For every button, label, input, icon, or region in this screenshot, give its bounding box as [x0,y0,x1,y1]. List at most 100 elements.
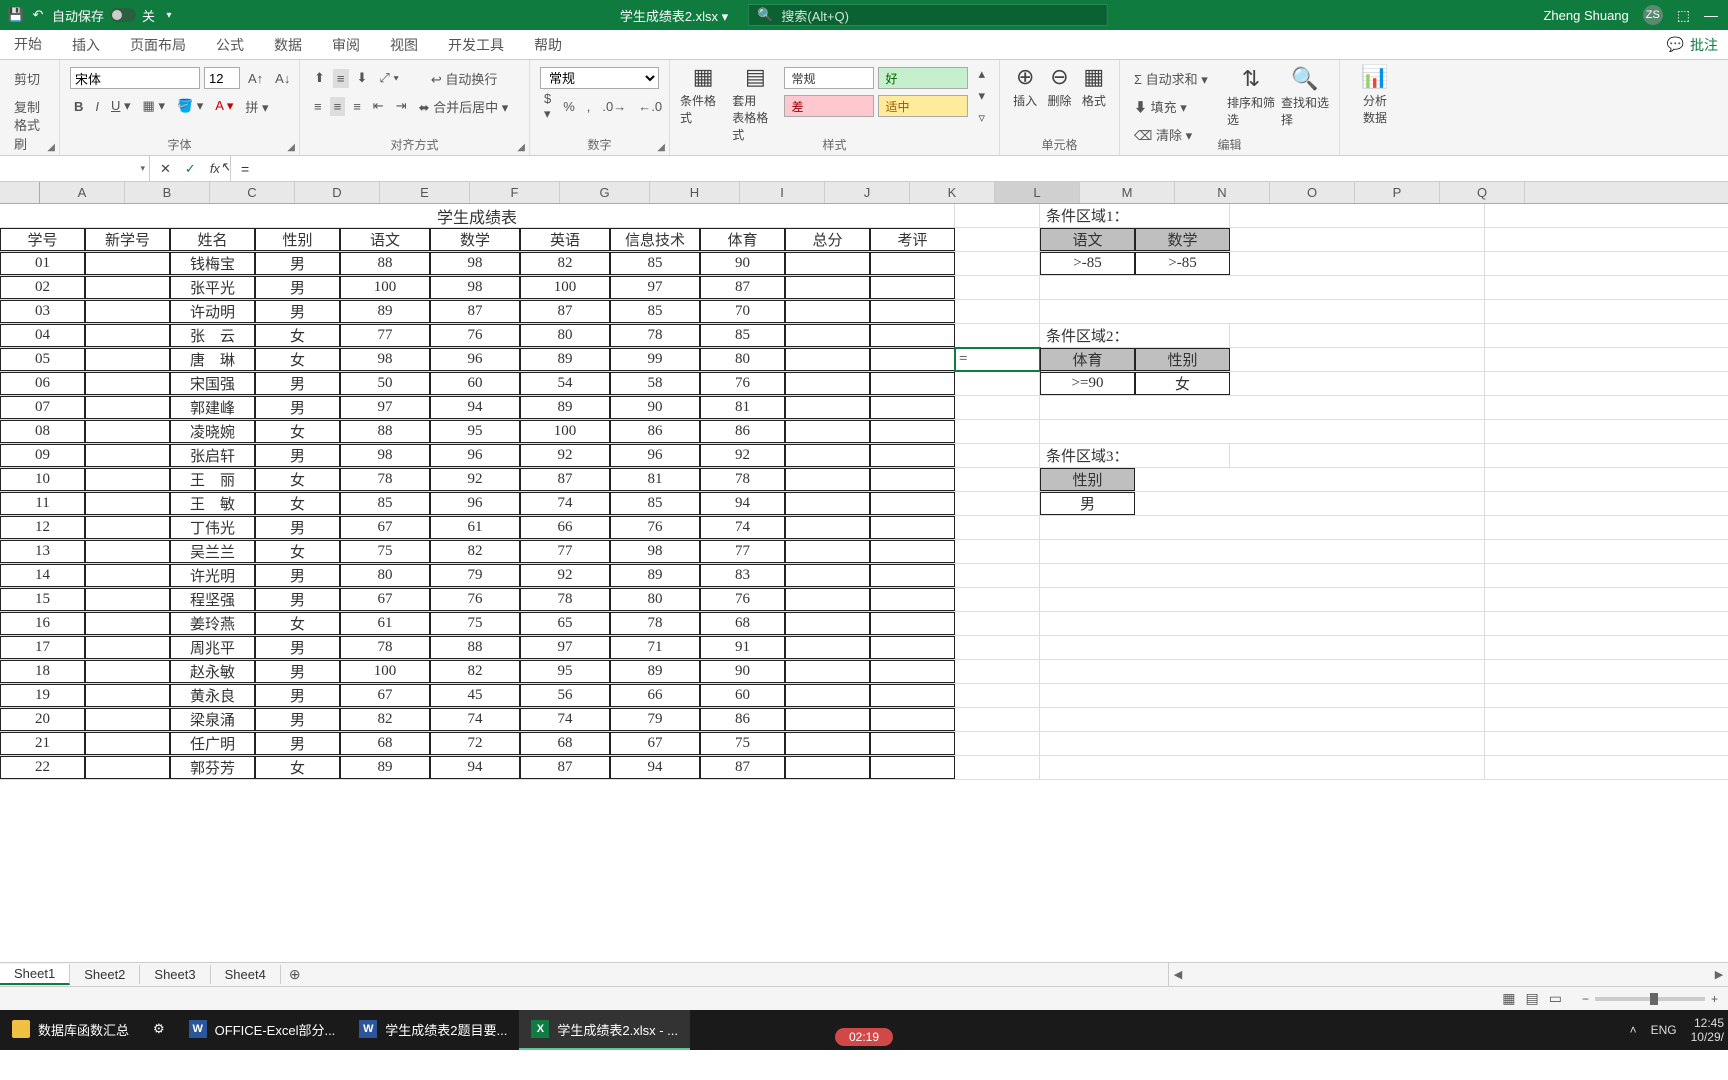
cell[interactable]: 61 [340,612,430,635]
save-icon[interactable]: 💾 [8,7,24,23]
formula-input[interactable]: = [231,161,1728,177]
cell[interactable]: 65 [520,612,610,635]
border-button[interactable]: ▦ ▾ [139,96,169,116]
cell[interactable]: 56 [520,684,610,707]
cell[interactable]: 78 [610,612,700,635]
scroll-right-icon[interactable]: ▶ [1710,968,1728,981]
cell[interactable]: >-85 [1040,252,1135,275]
font-color-button[interactable]: A ▾ [211,96,237,116]
add-sheet-button[interactable]: ⊕ [289,966,301,983]
cell[interactable] [870,588,955,611]
cell[interactable] [785,324,870,347]
avatar[interactable]: ZS [1643,5,1663,25]
fx-button[interactable]: fx ↖ [210,161,220,176]
cell[interactable]: 性别 [1135,348,1230,371]
style-normal[interactable]: 常规 [784,67,874,89]
cell[interactable]: 81 [610,468,700,491]
cell[interactable] [955,396,1040,419]
cell[interactable]: 16 [0,612,85,635]
cell[interactable]: 98 [340,444,430,467]
cell[interactable]: 77 [520,540,610,563]
cell[interactable]: 89 [520,348,610,371]
cell[interactable] [1135,468,1485,491]
cell[interactable]: 68 [520,732,610,755]
cell[interactable]: 87 [520,300,610,323]
col-header-G[interactable]: G [560,182,650,203]
cell[interactable] [85,588,170,611]
cell[interactable]: 男 [255,516,340,539]
sheet-tab-3[interactable]: Sheet3 [140,965,210,984]
cell[interactable]: 梁泉涌 [170,708,255,731]
cell[interactable]: 条件区域3： [1040,444,1230,467]
cell[interactable]: 88 [340,252,430,275]
cell[interactable]: 87 [520,468,610,491]
col-header-K[interactable]: K [910,182,995,203]
undo-icon[interactable]: ↶ [30,7,46,23]
cell[interactable] [785,636,870,659]
cell[interactable] [955,468,1040,491]
col-header-A[interactable]: A [40,182,125,203]
cell[interactable]: 男 [255,372,340,395]
cell[interactable]: 87 [700,756,785,779]
cell[interactable]: 80 [520,324,610,347]
cell[interactable]: 学生成绩表 [0,204,955,227]
cell[interactable]: 78 [520,588,610,611]
cell[interactable]: 男 [255,396,340,419]
cell[interactable] [1040,612,1485,635]
view-page-break-icon[interactable]: ▭ [1549,990,1562,1007]
cell[interactable] [870,444,955,467]
cell[interactable] [85,756,170,779]
cell[interactable]: 男 [255,588,340,611]
cell[interactable] [1135,492,1485,515]
cell[interactable]: 20 [0,708,85,731]
align-bottom-icon[interactable]: ⬇ [353,68,372,88]
cell[interactable]: 60 [430,372,520,395]
cell[interactable] [1040,396,1485,419]
dialog-launcher-icon[interactable]: ◢ [657,142,665,153]
cell[interactable]: 女 [255,468,340,491]
cell[interactable] [870,300,955,323]
cell[interactable]: 85 [610,252,700,275]
cell[interactable]: 98 [430,276,520,299]
horizontal-scrollbar[interactable]: ◀ ▶ [1168,963,1728,986]
cell[interactable]: 男 [255,276,340,299]
align-top-icon[interactable]: ⬆ [310,68,329,88]
cell[interactable] [85,396,170,419]
cell[interactable] [955,612,1040,635]
cell[interactable]: 学号 [0,228,85,251]
zoom-in-icon[interactable]: + [1711,992,1718,1006]
cell[interactable]: 男 [255,732,340,755]
cell[interactable]: 赵永敏 [170,660,255,683]
cell[interactable]: 女 [255,756,340,779]
cell[interactable]: 男 [255,252,340,275]
col-header-D[interactable]: D [295,182,380,203]
conditional-format-button[interactable]: ▦条件格式 [680,64,726,126]
cancel-formula-button[interactable]: ✕ [160,161,171,177]
cell[interactable]: 83 [700,564,785,587]
cell[interactable] [955,684,1040,707]
cell[interactable] [85,708,170,731]
find-select-button[interactable]: 🔍查找和选择 [1281,66,1329,128]
cell[interactable]: 郭建峰 [170,396,255,419]
cell[interactable]: 45 [430,684,520,707]
cell[interactable] [785,396,870,419]
cell[interactable]: 97 [520,636,610,659]
cell[interactable]: 男 [255,636,340,659]
tab-data[interactable]: 数据 [270,31,306,59]
cell[interactable]: 100 [340,276,430,299]
cell[interactable]: 95 [430,420,520,443]
cell[interactable]: 张平光 [170,276,255,299]
cell[interactable] [870,564,955,587]
cell[interactable]: 54 [520,372,610,395]
cell[interactable]: 性别 [1040,468,1135,491]
cell[interactable]: >=90 [1040,372,1135,395]
cell[interactable]: >-85 [1135,252,1230,275]
cell[interactable]: 90 [610,396,700,419]
cell[interactable] [1040,732,1485,755]
cell[interactable]: 许动明 [170,300,255,323]
cell[interactable] [85,252,170,275]
cell[interactable] [955,756,1040,779]
cell[interactable]: 92 [520,444,610,467]
cell[interactable] [870,684,955,707]
cell[interactable] [785,612,870,635]
